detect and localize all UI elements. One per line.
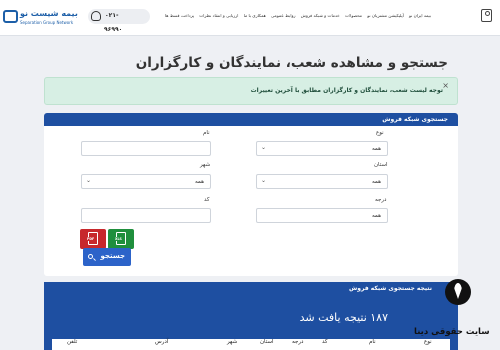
nav-item-services-sales-network[interactable]: خدمات و شبکه فروش [301,13,340,23]
province-select[interactable]: ⌄ همه [256,174,388,189]
alert-message: توجه لیست شعب، نمایندگان و کارگزاران مطا… [250,87,443,94]
city-select-value: همه [194,178,204,185]
search-panel-header: جستجوی شبکه فروش [44,113,458,126]
col-name[interactable]: نام [369,339,376,345]
grade-field-value: همه [371,212,381,219]
code-field[interactable] [81,208,211,223]
grade-label: درجه [375,197,387,203]
search-panel-title: جستجوی شبکه فروش [382,115,448,123]
page-title: جستجو و مشاهده شعب، نمایندگان و کارگزارا… [135,55,448,71]
nav-item-cooperation[interactable]: همکاری با ما [244,13,266,23]
logo-name: بیمه شیست نو [20,9,78,18]
col-grade[interactable]: درجه [292,339,303,345]
type-select-value: همه [371,145,381,152]
results-table-header: نوع نام کد درجه استان شهر آدرس تلفن [52,339,450,350]
code-label: کد [204,197,210,203]
phone-number: ۰۲۱- [105,12,119,19]
results-count: ۱۸۷ نتیجه یافت شد [299,311,388,324]
chevron-down-icon: ⌄ [261,177,267,184]
province-select-value: همه [371,178,381,185]
grade-field[interactable]: همه [256,208,388,223]
xls-tag: XLS [115,237,122,241]
main-nav: بیمه ایران نو آپلیکیشن مشتریان نو محصولا… [165,13,431,23]
col-province[interactable]: استان [260,339,274,345]
search-button-label: جستجو [100,252,125,260]
nav-item-feedback[interactable]: ارزیابی و انتقاد نظرات [199,13,238,23]
results-panel: نتیجه جستجوی شبکه فروش ۱۸۷ نتیجه یافت شد… [44,282,458,350]
search-icon [88,254,93,259]
user-account-icon[interactable] [481,9,492,22]
search-panel: جستجوی شبکه فروش نوع ⌄ همه نام استان ⌄ ه… [44,113,458,276]
pen-nib-shape [454,283,462,299]
close-icon[interactable]: × [442,81,449,90]
phone-number-overflow: ۹۶۹۹۰ [104,26,123,33]
nav-item-public-relations[interactable]: روابط عمومی [271,13,296,23]
city-label: شهر [200,162,211,168]
logo-mark-icon [3,10,18,23]
city-select[interactable]: ⌄ همه [81,174,211,189]
province-label: استان [374,162,388,168]
col-phone[interactable]: تلفن [67,339,77,345]
col-address[interactable]: آدرس [155,339,168,345]
phone-contact[interactable]: ۰۲۱- [88,9,150,24]
info-alert: × توجه لیست شعب، نمایندگان و کارگزاران م… [44,77,458,105]
chevron-down-icon: ⌄ [261,144,267,151]
export-excel-button[interactable]: XLS [108,229,134,249]
pen-nib-icon [445,279,471,305]
site-header: بیمه شیست نو Separation Group Network ۰۲… [0,0,500,36]
search-button[interactable]: جستجو [83,248,131,266]
nav-item-customer-app[interactable]: آپلیکیشن مشتریان نو [367,13,404,23]
export-pdf-button[interactable]: PDF [80,229,106,249]
watermark-text: سایت حقوقی دینا [414,327,490,337]
logo-tagline: Separation Group Network [20,20,74,25]
nav-item-products[interactable]: محصولات [345,13,362,23]
nav-item-installment-payment[interactable]: پرداخت قسط ها [165,13,194,23]
chevron-down-icon: ⌄ [86,177,92,184]
watermark-logo: سایت حقوقی دینا [412,276,500,350]
pdf-tag: PDF [87,237,95,241]
headset-icon [91,11,101,21]
col-code[interactable]: کد [322,339,328,345]
nav-item-home[interactable]: بیمه ایران نو [409,13,431,23]
type-label: نوع [376,130,384,136]
col-city[interactable]: شهر [227,339,237,345]
type-select[interactable]: ⌄ همه [256,141,388,156]
site-logo[interactable]: بیمه شیست نو Separation Group Network [3,8,77,30]
name-label: نام [203,130,210,136]
name-field[interactable] [81,141,211,156]
